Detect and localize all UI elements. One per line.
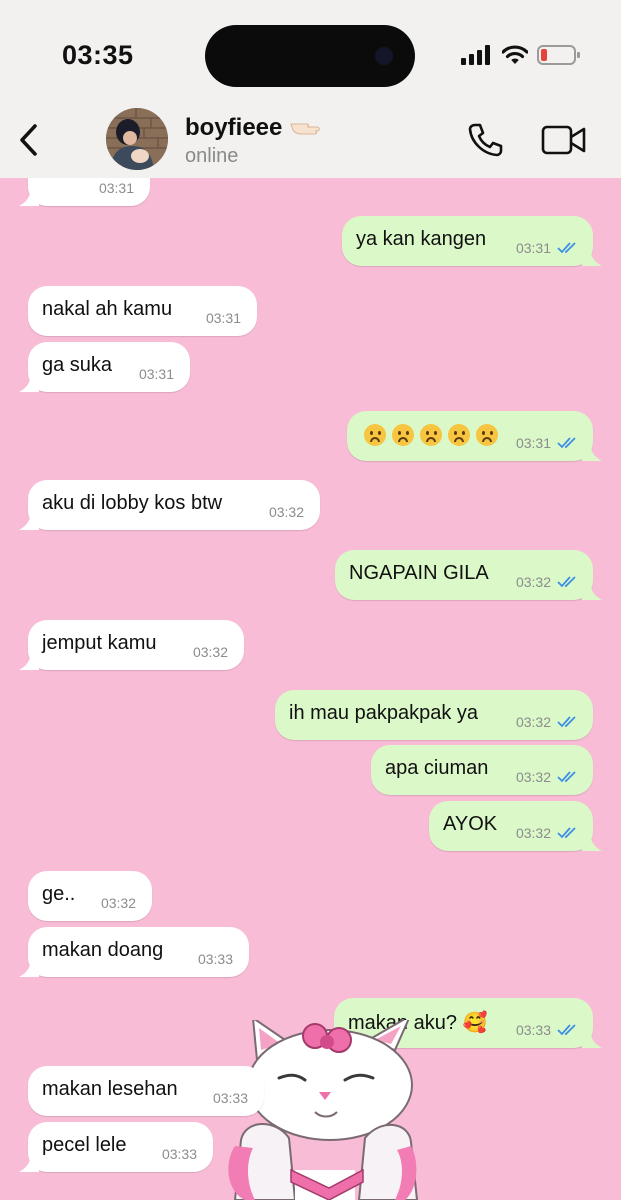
bubble-tail xyxy=(582,584,602,600)
chat-header: boyfieee online xyxy=(0,100,621,178)
read-ticks-icon xyxy=(557,1024,576,1036)
message-time: 03:31 xyxy=(515,435,551,451)
bubble-tail xyxy=(582,835,602,851)
message-time: 03:33 xyxy=(197,951,233,967)
read-ticks-icon xyxy=(557,827,576,839)
message-incoming[interactable]: jemput kamu 03:32 xyxy=(19,620,244,670)
signal-icon xyxy=(461,45,490,65)
status-time: 03:35 xyxy=(62,40,134,70)
contact-name[interactable]: boyfieee xyxy=(185,114,323,142)
bubble-tail xyxy=(19,190,39,206)
message-outgoing[interactable]: AYOK 03:32 xyxy=(429,801,602,851)
message-text: aku di lobby kos btw xyxy=(42,492,223,514)
read-ticks-icon xyxy=(557,716,576,728)
wifi-icon xyxy=(502,45,528,64)
message-text: jemput kamu xyxy=(42,632,157,654)
frowning-face-icon xyxy=(392,424,414,446)
message-incoming[interactable]: ge.. 03:32 xyxy=(28,871,152,921)
message-time: 03:32 xyxy=(515,769,551,785)
bubble-tail xyxy=(582,1032,602,1048)
dynamic-island xyxy=(205,25,415,87)
message-text: ih mau pakpakpak ya xyxy=(289,702,479,724)
frowning-face-icon xyxy=(420,424,442,446)
bubble-tail xyxy=(19,961,39,977)
message-incoming[interactable]: makan doang 03:33 xyxy=(19,927,249,977)
message-outgoing[interactable]: ya kan kangen 03:31 xyxy=(342,216,602,266)
message-time: 03:31 xyxy=(515,240,551,256)
message-outgoing[interactable]: ih mau pakpakpak ya 03:32 xyxy=(275,690,593,740)
bubble-tail xyxy=(19,376,39,392)
chat-area[interactable]: 03:31 ya kan kangen 03:31 nakal ah kamu … xyxy=(0,178,621,1200)
bubble-tail xyxy=(582,445,602,461)
message-time: 03:32 xyxy=(515,574,551,590)
message-outgoing[interactable]: 03:31 xyxy=(347,411,602,461)
message-time: 03:32 xyxy=(515,714,551,730)
video-call-icon[interactable] xyxy=(540,122,588,158)
message-text: ga suka xyxy=(42,354,113,376)
frowning-face-icon xyxy=(364,424,386,446)
message-outgoing[interactable]: apa ciuman 03:32 xyxy=(371,745,593,795)
message-text: AYOK xyxy=(443,813,498,835)
message-time: 03:32 xyxy=(515,825,551,841)
message-incoming[interactable]: aku di lobby kos btw 03:32 xyxy=(19,480,320,530)
message-text: ya kan kangen xyxy=(356,228,487,250)
message-time: 03:31 xyxy=(205,310,241,326)
message-time: 03:32 xyxy=(268,504,304,520)
message-time: 03:33 xyxy=(161,1146,197,1162)
message-incoming[interactable]: nakal ah kamu 03:31 xyxy=(28,286,257,336)
message-time: 03:31 xyxy=(138,366,174,382)
message-time: 03:33 xyxy=(515,1022,551,1038)
message-text: makan doang xyxy=(42,939,164,961)
system-icons xyxy=(461,42,581,68)
emoji-row xyxy=(364,424,504,448)
read-ticks-icon xyxy=(557,771,576,783)
message-text: apa ciuman xyxy=(385,757,489,779)
status-bar: 03:35 xyxy=(0,0,621,100)
message-text: nakal ah kamu xyxy=(42,298,173,320)
message-time: 03:32 xyxy=(100,895,136,911)
message-time: 03:31 xyxy=(98,180,134,196)
contact-name-text: boyfieee xyxy=(185,114,283,141)
read-ticks-icon xyxy=(557,242,576,254)
read-ticks-icon xyxy=(557,576,576,588)
bubble-tail xyxy=(19,654,39,670)
phone-call-icon[interactable] xyxy=(466,122,506,158)
bubble-tail xyxy=(582,250,602,266)
message-incoming[interactable]: pecel lele 03:33 xyxy=(19,1122,213,1172)
message-incoming[interactable]: ga suka 03:31 xyxy=(19,342,190,392)
bubble-tail xyxy=(19,514,39,530)
avatar[interactable] xyxy=(106,108,168,170)
message-text: ge.. xyxy=(42,883,76,905)
message-time: 03:32 xyxy=(192,644,228,660)
battery-low-icon xyxy=(537,45,580,65)
message-incoming[interactable]: 03:31 xyxy=(19,178,150,206)
front-camera xyxy=(375,47,393,65)
message-outgoing[interactable]: NGAPAIN GILA 03:32 xyxy=(335,550,602,600)
pointing-hand-icon xyxy=(290,123,320,135)
message-time: 03:33 xyxy=(212,1090,248,1106)
back-chevron-icon[interactable] xyxy=(14,120,44,160)
frowning-face-icon xyxy=(476,424,498,446)
message-incoming[interactable]: makan lesehan 03:33 xyxy=(28,1066,264,1116)
bubble-tail xyxy=(19,1156,39,1172)
message-text: NGAPAIN GILA xyxy=(349,562,489,584)
read-ticks-icon xyxy=(557,437,576,449)
avatar-image xyxy=(106,108,168,170)
presence-status: online xyxy=(185,145,239,167)
frowning-face-icon xyxy=(448,424,470,446)
message-text: pecel lele xyxy=(42,1134,127,1156)
message-text: makan lesehan xyxy=(42,1078,178,1100)
